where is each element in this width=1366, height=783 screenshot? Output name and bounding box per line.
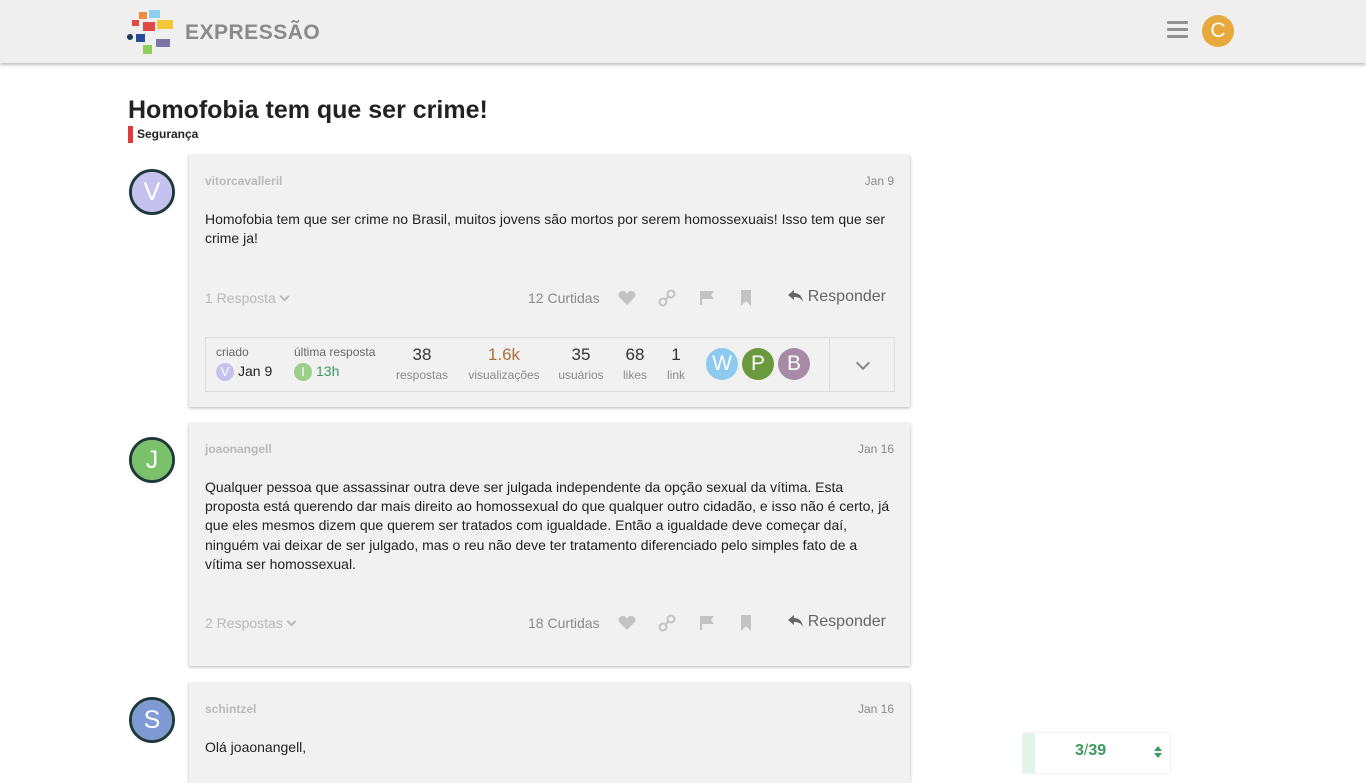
chevron-down-icon (286, 616, 297, 627)
stat-views: 1.6k visualizações (468, 345, 540, 382)
stat-links: 1 link (666, 345, 685, 382)
progress-text: 3/39 (1075, 742, 1106, 760)
topic-progress[interactable]: 3/39 (1023, 733, 1170, 773)
last-reply-avatar: I (294, 363, 312, 382)
expand-topic-map-button[interactable] (829, 338, 894, 391)
stat-likes: 68 likes (622, 345, 647, 382)
created-info[interactable]: criado V Jan 9 (216, 345, 273, 382)
post-username[interactable]: vitorcavalleril (205, 174, 282, 188)
replies-toggle[interactable]: 2 Respostas (205, 615, 297, 631)
created-label: criado (216, 345, 249, 359)
post-avatar[interactable]: J (129, 437, 175, 483)
last-reply-label: última resposta (294, 345, 376, 359)
replies-toggle[interactable]: 1 Resposta (205, 290, 290, 306)
reply-icon (787, 290, 803, 302)
site-header: EXPRESSÃO C (0, 0, 1366, 63)
post-username[interactable]: joaonangell (205, 442, 272, 456)
likes-count[interactable]: 18 Curtidas (528, 615, 600, 631)
post-card: vitorcavalleril Jan 9 Homofobia tem que … (189, 155, 910, 407)
replies-label: 2 Respostas (205, 615, 283, 631)
chevron-down-icon (279, 291, 290, 302)
participant-avatar[interactable]: W (706, 348, 738, 380)
participant-avatar[interactable]: B (778, 348, 810, 380)
post-avatar[interactable]: V (129, 169, 175, 215)
post-username[interactable]: schintzel (205, 702, 256, 716)
last-reply-info[interactable]: última resposta I 13h (294, 345, 376, 382)
reply-button[interactable]: Responder (787, 613, 886, 631)
avatar-initial: J (145, 446, 159, 474)
bookmark-icon[interactable] (736, 613, 756, 633)
reply-icon (787, 615, 803, 627)
progress-current: 3 (1075, 742, 1084, 759)
reply-button[interactable]: Responder (787, 288, 886, 306)
topic-map: criado V Jan 9 última resposta I 13h 38 res… (205, 337, 895, 392)
post-actions: 2 Respostas 18 Curtidas Responder (205, 613, 894, 635)
post-date[interactable]: Jan 16 (858, 702, 894, 716)
stat-replies: 38 respostas (395, 345, 449, 382)
sort-arrows-icon (1154, 746, 1162, 758)
avatar-initial: V (143, 178, 161, 206)
chevron-down-icon (855, 355, 871, 371)
post-card: joaonangell Jan 16 Qualquer pessoa que a… (189, 423, 910, 666)
created-date: Jan 9 (238, 363, 273, 379)
reply-label: Responder (807, 613, 886, 630)
post-card: schintzel Jan 16 Olá joaonangell, (189, 683, 910, 783)
replies-label: 1 Resposta (205, 290, 276, 306)
heart-icon[interactable] (617, 288, 637, 308)
current-user-avatar[interactable]: C (1202, 15, 1234, 47)
hamburger-icon[interactable] (1167, 21, 1188, 39)
avatar-initial: S (143, 706, 161, 734)
link-icon[interactable] (657, 613, 677, 633)
flag-icon[interactable] (697, 288, 717, 308)
created-avatar: V (216, 363, 234, 382)
participant-avatar[interactable]: P (742, 348, 774, 380)
site-logo-icon[interactable] (127, 10, 177, 56)
post-date[interactable]: Jan 16 (858, 442, 894, 456)
category-badge[interactable]: Segurança (128, 126, 198, 143)
post-body: Qualquer pessoa que assassinar outra dev… (205, 479, 890, 572)
post-date[interactable]: Jan 9 (865, 174, 894, 188)
likes-count[interactable]: 12 Curtidas (528, 290, 600, 306)
link-icon[interactable] (657, 288, 677, 308)
brand-name[interactable]: EXPRESSÃO (185, 21, 320, 45)
topic-title[interactable]: Homofobia tem que ser crime! (128, 96, 488, 125)
bookmark-icon[interactable] (736, 288, 756, 308)
post-body: Olá joaonangell, (205, 739, 307, 755)
post-actions: 1 Resposta 12 Curtidas Responder (205, 288, 894, 310)
reply-label: Responder (807, 288, 886, 305)
last-reply-time: 13h (316, 363, 340, 379)
flag-icon[interactable] (697, 613, 717, 633)
post-avatar[interactable]: S (129, 697, 175, 743)
stat-users: 35 usuários (558, 345, 604, 382)
progress-total: 39 (1088, 742, 1107, 759)
post-body: Homofobia tem que ser crime no Brasil, m… (205, 211, 886, 247)
heart-icon[interactable] (617, 613, 637, 633)
